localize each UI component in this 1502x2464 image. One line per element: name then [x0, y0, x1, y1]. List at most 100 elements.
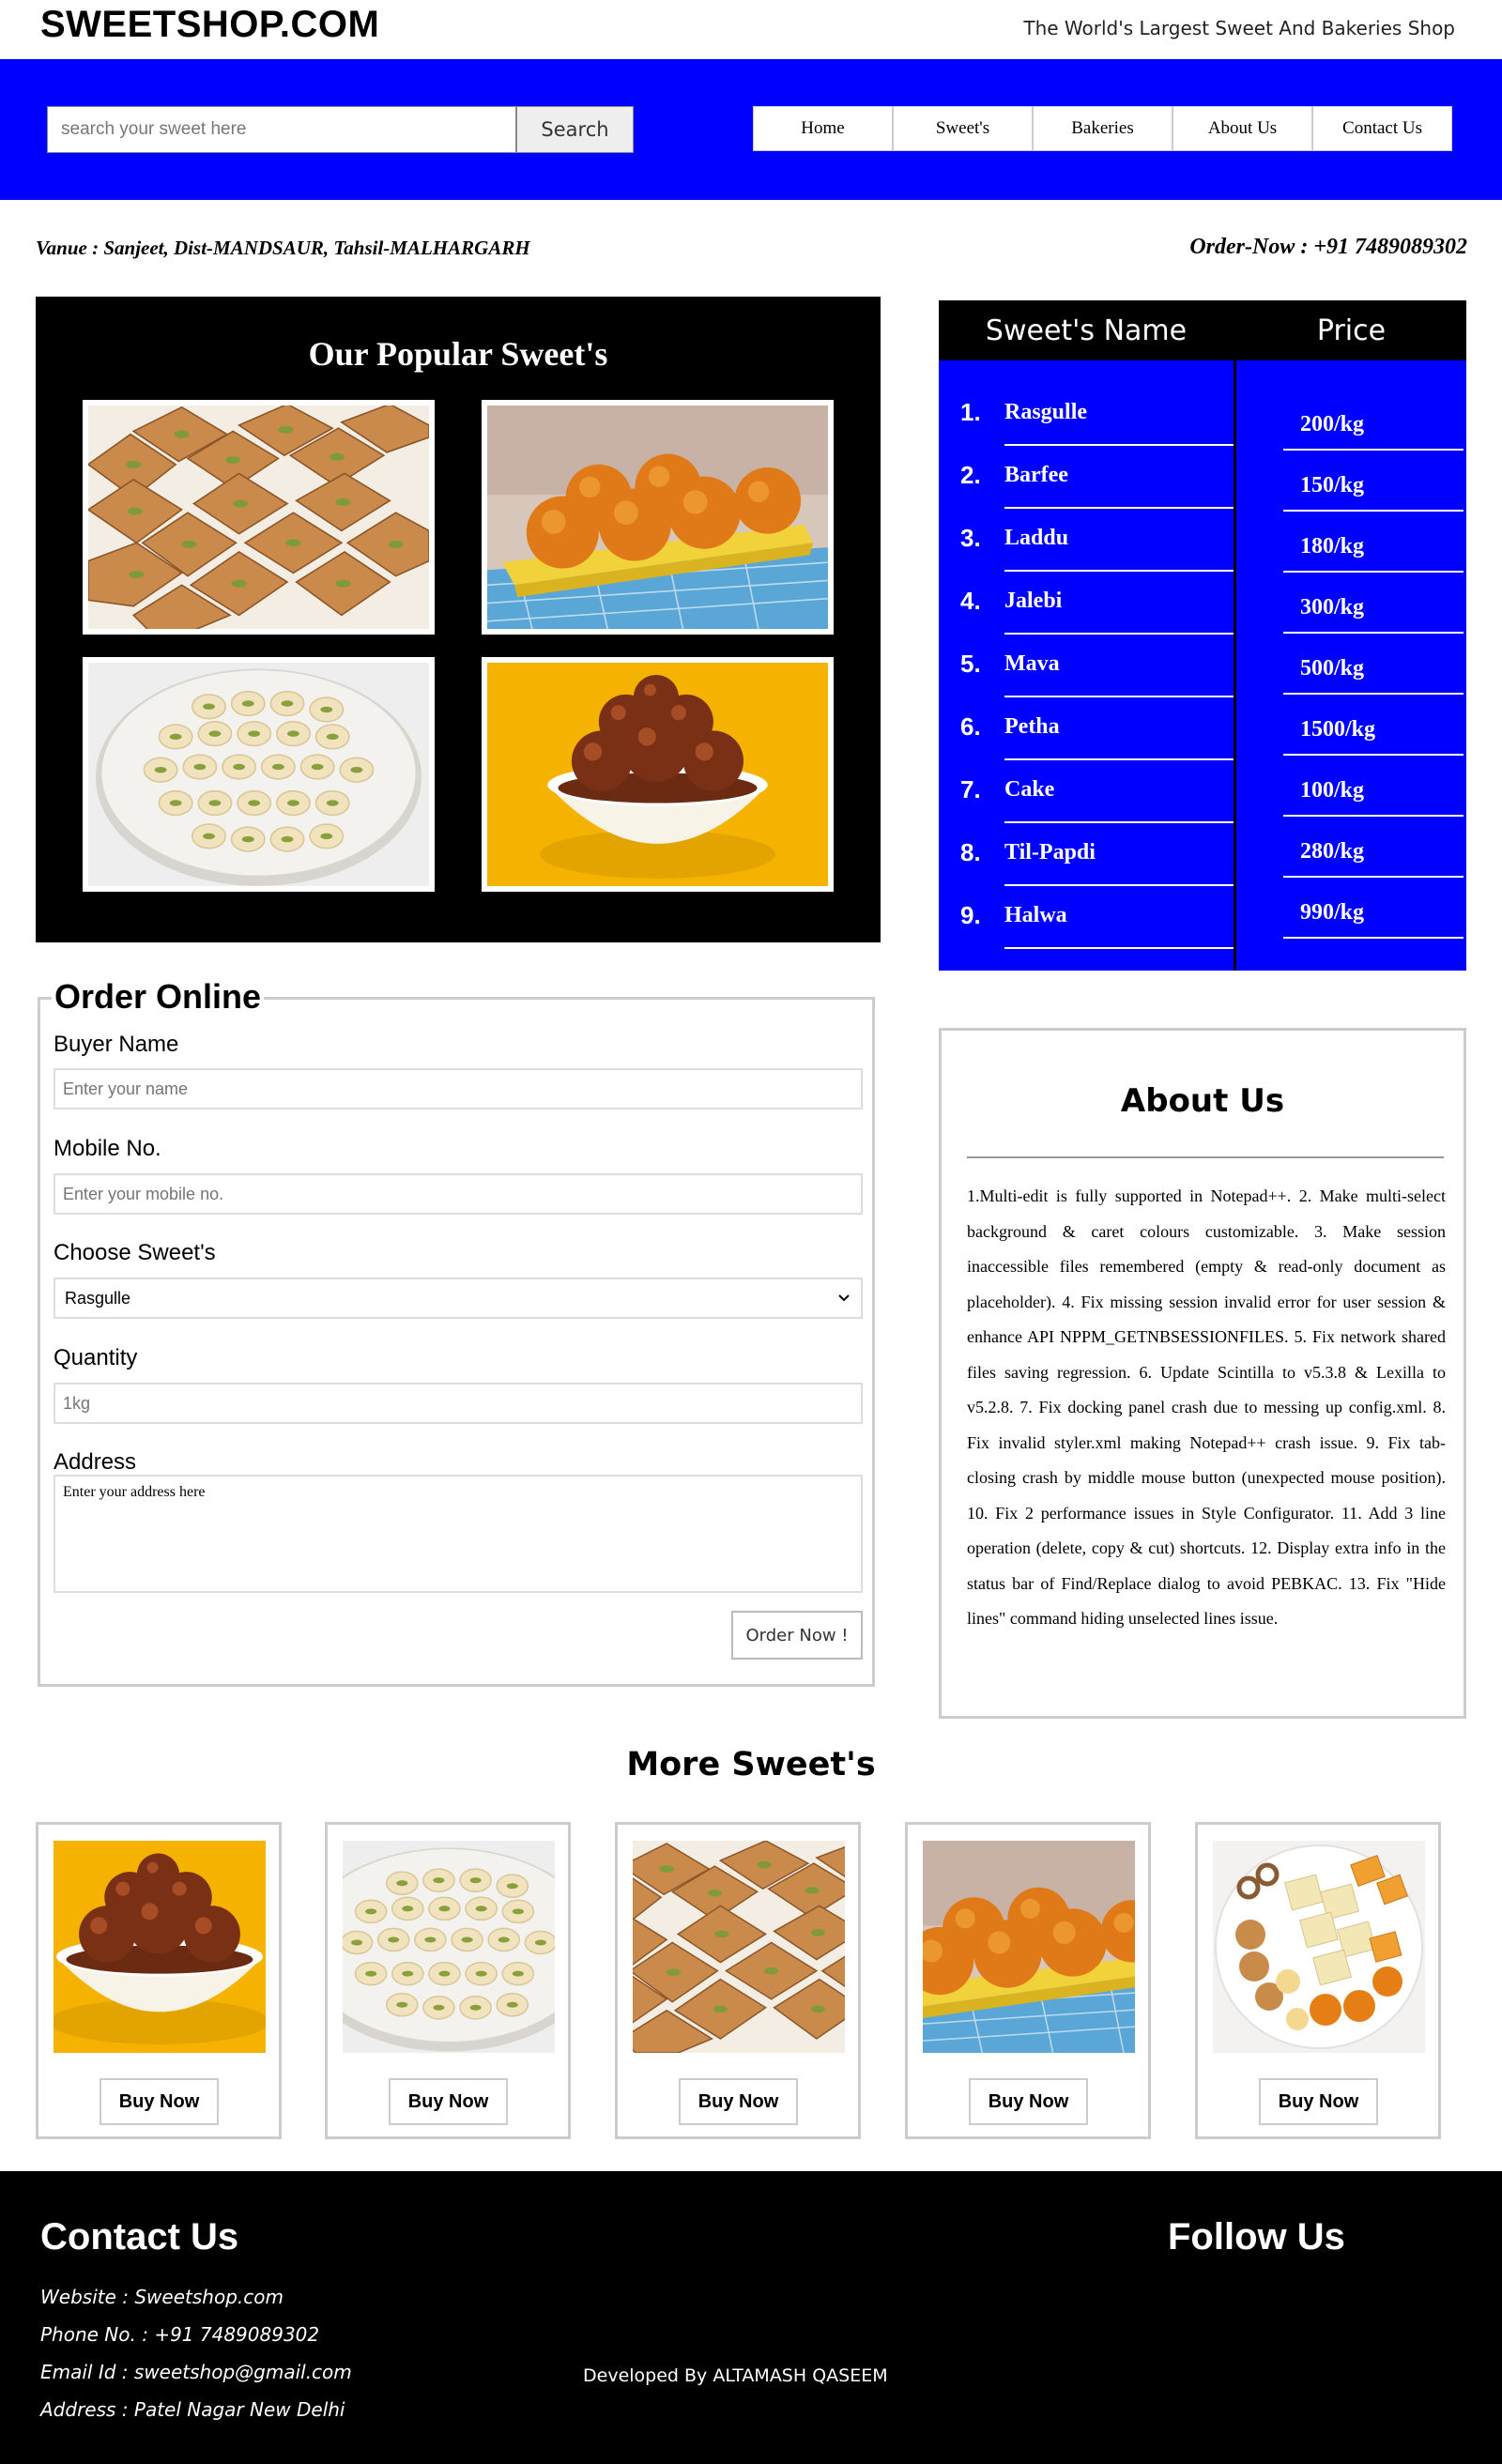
search-input[interactable] — [47, 106, 516, 153]
popular-sweets-panel: Our Popular Sweet's — [36, 297, 881, 942]
buy-now-button[interactable]: Buy Now — [100, 2078, 219, 2125]
row-number: 3. — [960, 524, 981, 552]
price-cell: 150/kg — [1236, 451, 1466, 512]
price-value: 500/kg — [1300, 656, 1365, 681]
row-number: 2. — [960, 461, 981, 489]
table-row: 2. Barfee — [939, 446, 1234, 509]
product-card: Buy Now — [905, 1822, 1151, 2139]
table-row: 4. Jalebi — [939, 572, 1234, 635]
price-cell: 990/kg — [1236, 878, 1466, 939]
buy-now-button[interactable]: Buy Now — [1259, 2078, 1378, 2125]
about-divider — [967, 1156, 1444, 1158]
buy-now-button[interactable]: Buy Now — [969, 2078, 1088, 2125]
product-card: Buy Now — [1195, 1822, 1441, 2139]
buy-now-button[interactable]: Buy Now — [679, 2078, 798, 2125]
chevron-down-icon — [838, 1294, 850, 1302]
site-logo[interactable]: SWEETSHOP.COM — [40, 4, 379, 46]
mobile-no-field[interactable] — [54, 1173, 863, 1215]
order-form-legend: Order Online — [52, 977, 265, 1017]
peda-plate-image — [343, 1841, 555, 2053]
price-value: 300/kg — [1300, 595, 1365, 620]
sweet-name: Mava — [1004, 651, 1060, 676]
search-button[interactable]: Search — [516, 106, 634, 153]
table-row: 7. Cake — [939, 760, 1234, 823]
product-card: Buy Now — [615, 1822, 861, 2139]
quantity-field[interactable] — [54, 1383, 863, 1424]
product-card: Buy Now — [36, 1822, 282, 2139]
row-number: 9. — [960, 901, 981, 929]
price-cell: 1500/kg — [1236, 695, 1466, 756]
about-us-text: 1.Multi-edit is fully supported in Notep… — [967, 1186, 1446, 1628]
developer-credit: Developed By ALTAMASH QASEEM — [583, 2365, 888, 2386]
sweet-name: Til-Papdi — [1004, 840, 1096, 865]
sweet-name: Cake — [1004, 777, 1055, 802]
price-cell: 200/kg — [1236, 390, 1466, 451]
selected-sweet: Rasgulle — [65, 1288, 131, 1308]
nav-home[interactable]: Home — [753, 106, 893, 151]
price-cell: 180/kg — [1236, 512, 1466, 573]
price-value: 1500/kg — [1300, 717, 1376, 742]
address-field[interactable]: Enter your address here — [54, 1475, 863, 1593]
price-value: 150/kg — [1300, 473, 1365, 497]
price-cell: 280/kg — [1236, 817, 1466, 878]
table-row: 8. Til-Papdi — [939, 823, 1234, 886]
buyer-name-label: Buyer Name — [54, 1032, 179, 1057]
nav-sweets[interactable]: Sweet's — [893, 106, 1033, 151]
sweet-name: Halwa — [1004, 903, 1067, 927]
mixed-sweets-image — [1213, 1841, 1425, 2053]
footer-website[interactable]: Website : Sweetshop.com — [40, 2286, 284, 2308]
row-number: 8. — [960, 838, 981, 866]
sweet-name: Laddu — [1004, 526, 1069, 550]
mobile-no-label: Mobile No. — [54, 1136, 161, 1161]
about-us-title: About Us — [1120, 1082, 1285, 1120]
top-header: SWEETSHOP.COM The World's Largest Sweet … — [0, 0, 1502, 59]
table-row: 9. Halwa — [939, 886, 1234, 949]
venue-text: Vanue : Sanjeet, Dist-MANDSAUR, Tahsil-M… — [36, 237, 530, 259]
barfi-squares-image — [83, 400, 435, 635]
about-us-panel: About Us 1.Multi-edit is fully supported… — [939, 1028, 1466, 1719]
row-number: 5. — [960, 650, 981, 678]
price-value: 990/kg — [1300, 900, 1365, 925]
contact-us-title: Contact Us — [40, 2216, 239, 2257]
footer-email[interactable]: Email Id : sweetshop@gmail.com — [40, 2361, 352, 2383]
buyer-name-field[interactable] — [54, 1068, 863, 1110]
row-number: 7. — [960, 775, 981, 803]
site-footer: Contact Us Follow Us Website : Sweetshop… — [0, 2171, 1502, 2464]
price-cell: 100/kg — [1236, 756, 1466, 817]
main-nav: Home Sweet's Bakeries About Us Contact U… — [753, 106, 1452, 151]
order-now-button[interactable]: Order Now ! — [731, 1611, 863, 1660]
row-number: 6. — [960, 712, 981, 741]
price-value: 200/kg — [1300, 412, 1365, 436]
price-value: 280/kg — [1300, 839, 1365, 864]
address-label: Address — [54, 1449, 137, 1475]
gulab-jamun-image — [54, 1841, 266, 2053]
row-number: 4. — [960, 587, 981, 615]
barfi-squares-image — [633, 1841, 845, 2053]
sweet-name: Jalebi — [1004, 589, 1063, 613]
nav-contact-us[interactable]: Contact Us — [1312, 106, 1452, 151]
follow-us-title: Follow Us — [1168, 2216, 1345, 2257]
sweet-name: Petha — [1004, 714, 1060, 739]
price-cell: 500/kg — [1236, 634, 1466, 695]
sweet-name-header: Sweet's Name — [939, 300, 1234, 360]
row-number: 1. — [960, 398, 981, 426]
quantity-label: Quantity — [54, 1345, 138, 1370]
nav-about-us[interactable]: About Us — [1172, 106, 1312, 151]
site-tagline: The World's Largest Sweet And Bakeries S… — [1023, 17, 1455, 39]
price-table: Sweet's Name Price 1. Rasgulle 2. Barfee 3… — [939, 300, 1466, 971]
order-online-form: Order Online Buyer Name Mobile No. Choos… — [38, 977, 875, 1687]
table-row: 5. Mava — [939, 635, 1234, 697]
choose-sweet-select[interactable]: Rasgulle — [54, 1278, 863, 1319]
table-row: 1. Rasgulle — [939, 383, 1234, 446]
price-value: 100/kg — [1300, 778, 1365, 803]
footer-phone: Phone No. : +91 7489089302 — [40, 2323, 320, 2346]
order-now-phone: Order-Now : +91 7489089302 — [1189, 235, 1467, 259]
orange-laddu-image — [923, 1841, 1135, 2053]
nav-bakeries[interactable]: Bakeries — [1033, 106, 1172, 151]
nav-bar: Search Home Sweet's Bakeries About Us Co… — [0, 59, 1502, 200]
buy-now-button[interactable]: Buy Now — [389, 2078, 508, 2125]
sweet-name: Rasgulle — [1004, 400, 1088, 424]
choose-sweet-label: Choose Sweet's — [54, 1240, 216, 1265]
peda-plate-image — [83, 657, 435, 892]
table-row: 6. Petha — [939, 697, 1234, 760]
